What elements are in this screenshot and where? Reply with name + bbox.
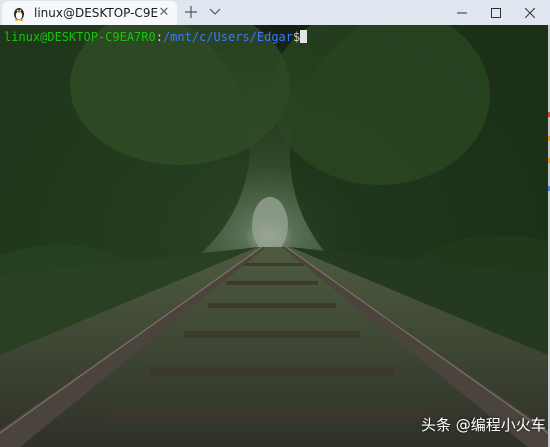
title-bar: linux@DESKTOP-C9EA7R0: /mnt ✕ [0,0,550,25]
linux-penguin-icon [14,8,24,21]
new-tab-plus-icon[interactable] [184,5,198,19]
maximize-button[interactable] [480,0,512,25]
terminal-tab[interactable]: linux@DESKTOP-C9EA7R0: /mnt ✕ [2,1,177,25]
minimize-button[interactable] [446,0,478,25]
prompt-symbol: $ [293,30,301,44]
close-icon [525,7,535,18]
tab-title: linux@DESKTOP-C9EA7R0: /mnt [34,6,158,20]
prompt-path: /mnt/c/Users/Edgar [162,30,293,44]
prompt-separator: : [155,30,163,44]
maximize-icon [491,7,501,18]
dropdown-chevron-icon[interactable] [208,6,222,18]
close-button[interactable] [514,0,546,25]
prompt-line: linux@DESKTOP-C9EA7R0:/mnt/c/Users/Edgar… [4,30,308,44]
minimize-icon [457,12,467,13]
terminal-pane[interactable]: linux@DESKTOP-C9EA7R0:/mnt/c/Users/Edgar… [0,25,548,447]
text-cursor [300,30,308,43]
prompt-user: linux@DESKTOP-C9EA7R0 [4,30,156,44]
watermark: 头条 @编程小火车 [421,416,546,434]
tab-close-icon[interactable]: ✕ [157,6,171,20]
